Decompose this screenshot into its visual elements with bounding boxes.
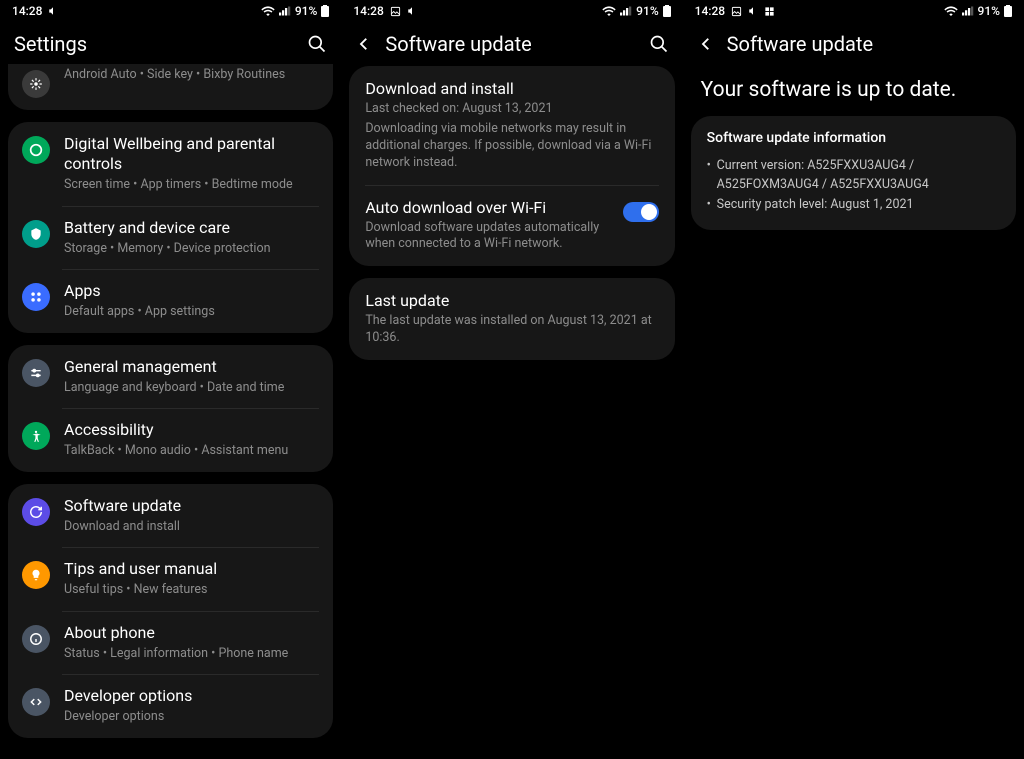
status-time: 14:28 bbox=[695, 4, 725, 18]
info-line-security: Security patch level: August 1, 2021 bbox=[707, 195, 1000, 214]
setting-title: Last update bbox=[365, 291, 658, 310]
wifi-icon bbox=[944, 6, 958, 16]
item-title: About phone bbox=[64, 623, 319, 643]
signal-icon bbox=[620, 6, 632, 16]
info-line-version: Current version: A525FXXU3AUG4 / A525FOX… bbox=[707, 156, 1000, 195]
setting-sub: Download software updates automatically … bbox=[365, 220, 612, 254]
item-title: Battery and device care bbox=[64, 218, 319, 238]
last-update-card: Last update The last update was installe… bbox=[349, 278, 674, 360]
settings-group-general: General management Language and keyboard… bbox=[8, 345, 333, 472]
search-button[interactable] bbox=[307, 34, 327, 54]
settings-item-apps[interactable]: Apps Default apps • App settings bbox=[8, 269, 333, 333]
back-button[interactable] bbox=[355, 35, 373, 53]
settings-item-tips[interactable]: Tips and user manual Useful tips • New f… bbox=[8, 547, 333, 611]
auto-download-toggle[interactable] bbox=[623, 202, 659, 222]
settings-item-digital-wellbeing[interactable]: Digital Wellbeing and parental controls … bbox=[8, 122, 333, 206]
advanced-features-icon bbox=[22, 70, 50, 98]
mute-icon bbox=[407, 6, 417, 16]
screen-settings: 14:28 91% Settings bbox=[0, 0, 341, 759]
item-title: Accessibility bbox=[64, 420, 319, 440]
mute-icon bbox=[748, 6, 758, 16]
accessibility-icon bbox=[22, 422, 50, 450]
header: Software update bbox=[683, 22, 1024, 66]
item-sub: Status • Legal information • Phone name bbox=[64, 645, 319, 663]
page-title: Settings bbox=[14, 32, 295, 56]
status-battery: 91% bbox=[636, 4, 658, 18]
item-sub: Language and keyboard • Date and time bbox=[64, 379, 319, 397]
update-info-card: Software update information Current vers… bbox=[691, 116, 1016, 230]
status-battery: 91% bbox=[295, 4, 317, 18]
header: Settings bbox=[0, 22, 341, 66]
item-sub: Useful tips • New features bbox=[64, 581, 319, 599]
status-time: 14:28 bbox=[353, 4, 383, 18]
settings-group-advanced: Android Auto • Side key • Bixby Routines bbox=[8, 64, 333, 110]
screen-software-uptodate: 14:28 91% Sof bbox=[683, 0, 1024, 759]
item-sub: Default apps • App settings bbox=[64, 303, 319, 321]
battery-icon bbox=[321, 5, 329, 17]
wifi-icon bbox=[261, 6, 275, 16]
status-battery: 91% bbox=[978, 4, 1000, 18]
battery-icon bbox=[663, 5, 671, 17]
uptodate-headline: Your software is up to date. bbox=[683, 66, 1024, 116]
status-bar: 14:28 91% bbox=[0, 0, 341, 22]
item-sub: Developer options bbox=[64, 708, 319, 726]
item-title: Software update bbox=[64, 496, 319, 516]
wifi-icon bbox=[602, 6, 616, 16]
status-bar: 14:28 91% bbox=[683, 0, 1024, 22]
settings-item-about-phone[interactable]: About phone Status • Legal information •… bbox=[8, 611, 333, 675]
back-button[interactable] bbox=[697, 35, 715, 53]
general-management-icon bbox=[22, 359, 50, 387]
battery-icon bbox=[1004, 5, 1012, 17]
status-bar: 14:28 91% bbox=[341, 0, 682, 22]
update-options-card: Download and install Last checked on: Au… bbox=[349, 66, 674, 266]
screen-software-update: 14:28 91% Software update bbox=[341, 0, 682, 759]
page-title: Software update bbox=[385, 32, 636, 56]
setting-last-update[interactable]: Last update The last update was installe… bbox=[349, 278, 674, 360]
tips-icon bbox=[22, 561, 50, 589]
developer-options-icon bbox=[22, 688, 50, 716]
settings-item-general-management[interactable]: General management Language and keyboard… bbox=[8, 345, 333, 409]
setting-sub-line2: Downloading via mobile networks may resu… bbox=[365, 121, 658, 172]
page-title: Software update bbox=[727, 32, 1010, 56]
apps-icon bbox=[22, 283, 50, 311]
settings-group-about: Software update Download and install Tip… bbox=[8, 484, 333, 738]
header: Software update bbox=[341, 22, 682, 66]
settings-item-battery-care[interactable]: Battery and device care Storage • Memory… bbox=[8, 206, 333, 270]
software-update-icon bbox=[22, 498, 50, 526]
image-icon bbox=[390, 6, 401, 17]
item-sub: Android Auto • Side key • Bixby Routines bbox=[64, 66, 319, 84]
setting-title: Download and install bbox=[365, 79, 658, 98]
setting-download-install[interactable]: Download and install Last checked on: Au… bbox=[349, 66, 674, 185]
item-title: General management bbox=[64, 357, 319, 377]
item-title: Apps bbox=[64, 281, 319, 301]
setting-sub-line1: Last checked on: August 13, 2021 bbox=[365, 101, 658, 118]
search-button[interactable] bbox=[649, 34, 669, 54]
settings-item-accessibility[interactable]: Accessibility TalkBack • Mono audio • As… bbox=[8, 408, 333, 472]
info-title: Software update information bbox=[707, 130, 1000, 146]
setting-sub: The last update was installed on August … bbox=[365, 313, 658, 347]
settings-item-advanced-features[interactable]: Android Auto • Side key • Bixby Routines bbox=[8, 64, 333, 110]
item-title: Developer options bbox=[64, 686, 319, 706]
item-title: Tips and user manual bbox=[64, 559, 319, 579]
item-sub: Storage • Memory • Device protection bbox=[64, 240, 319, 258]
signal-icon bbox=[962, 6, 974, 16]
setting-title: Auto download over Wi-Fi bbox=[365, 198, 612, 217]
settings-item-developer-options[interactable]: Developer options Developer options bbox=[8, 674, 333, 738]
item-sub: TalkBack • Mono audio • Assistant menu bbox=[64, 442, 319, 460]
item-sub: Screen time • App timers • Bedtime mode bbox=[64, 176, 319, 194]
status-time: 14:28 bbox=[12, 4, 42, 18]
image-icon bbox=[731, 6, 742, 17]
settings-group-care: Digital Wellbeing and parental controls … bbox=[8, 122, 333, 333]
wellbeing-icon bbox=[22, 136, 50, 164]
item-title: Digital Wellbeing and parental controls bbox=[64, 134, 319, 174]
apps-status-icon bbox=[764, 6, 775, 17]
setting-auto-download[interactable]: Auto download over Wi-Fi Download softwa… bbox=[349, 185, 674, 267]
battery-care-icon bbox=[22, 220, 50, 248]
item-sub: Download and install bbox=[64, 518, 319, 536]
about-phone-icon bbox=[22, 625, 50, 653]
settings-item-software-update[interactable]: Software update Download and install bbox=[8, 484, 333, 548]
mute-icon bbox=[48, 6, 58, 16]
signal-icon bbox=[279, 6, 291, 16]
